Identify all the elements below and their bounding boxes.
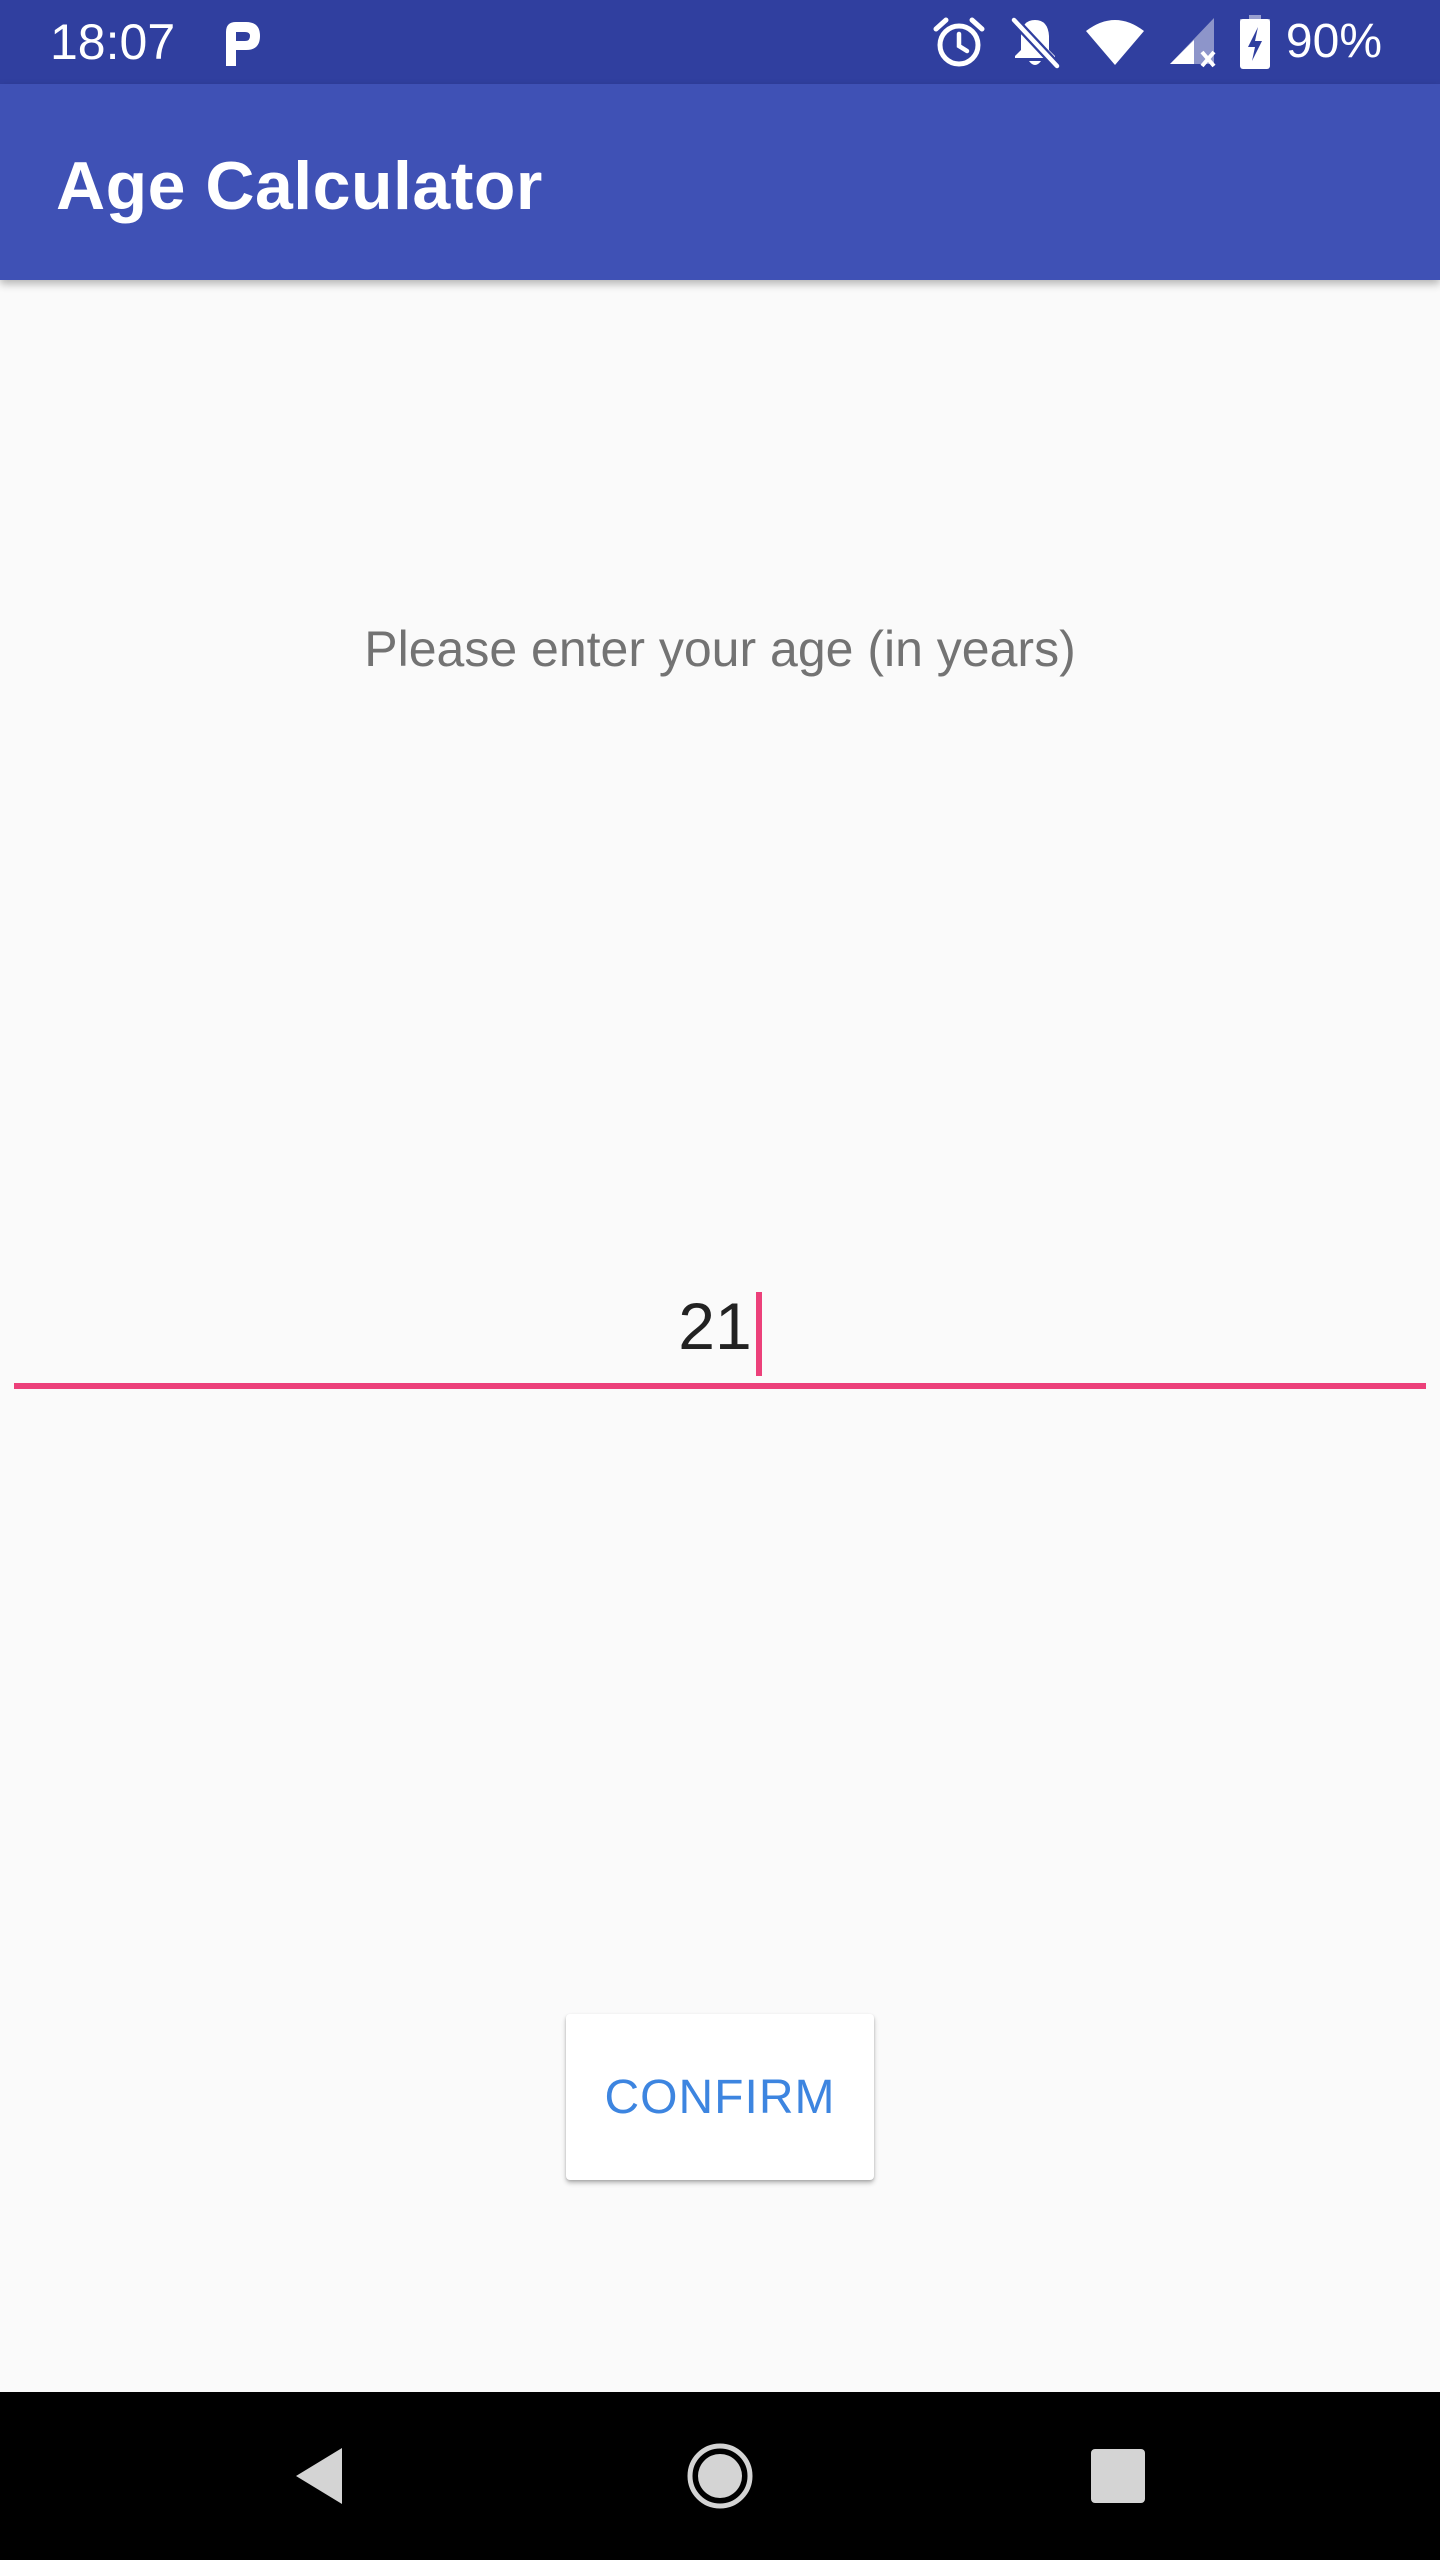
text-cursor xyxy=(755,1292,762,1376)
status-bar: 18:07 90% xyxy=(0,0,1440,84)
cell-signal-no-data-icon xyxy=(1168,16,1218,68)
back-icon[interactable] xyxy=(280,2436,360,2516)
home-icon[interactable] xyxy=(680,2436,760,2516)
wifi-icon xyxy=(1084,17,1146,67)
age-input[interactable]: 21 xyxy=(14,1270,1426,1382)
navigation-bar xyxy=(0,2392,1440,2560)
recents-icon[interactable] xyxy=(1078,2436,1158,2516)
app-bar: Age Calculator xyxy=(0,84,1440,280)
age-input-field[interactable]: 21 xyxy=(14,1270,1426,1390)
app-title: Age Calculator xyxy=(56,148,543,224)
input-underline xyxy=(14,1383,1426,1389)
age-input-value: 21 xyxy=(678,1289,752,1363)
status-time: 18:07 xyxy=(50,14,176,70)
alarm-icon xyxy=(932,15,986,69)
confirm-button-label: CONFIRM xyxy=(604,2070,836,2124)
notifications-off-icon xyxy=(1008,14,1062,70)
battery-percent: 90% xyxy=(1285,15,1382,68)
status-icons: 90% xyxy=(932,12,1382,72)
confirm-button[interactable]: CONFIRM xyxy=(566,2014,874,2180)
parking-p-icon xyxy=(218,18,264,68)
age-prompt-label: Please enter your age (in years) xyxy=(364,621,1076,677)
battery-charging-icon xyxy=(1239,15,1270,69)
